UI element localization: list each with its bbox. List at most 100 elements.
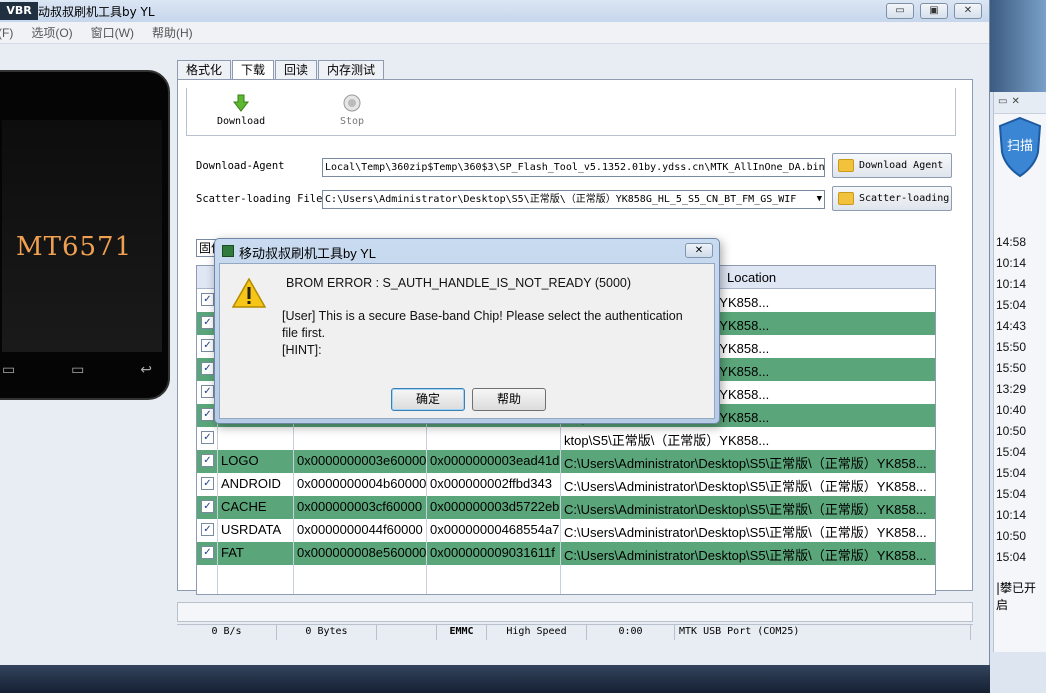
time-entry: 10:14 <box>996 508 1027 522</box>
status-empty <box>377 625 437 640</box>
table-row[interactable]: ✓ CACHE 0x000000003cf60000 0x000000003d5722… <box>197 496 935 519</box>
download-agent-button-label: Download Agent <box>859 160 944 171</box>
hint-message: [HINT]: <box>282 343 322 357</box>
status-port: MTK USB Port (COM25) <box>675 625 971 640</box>
side-panel-controls: ▭ ✕ <box>994 92 1046 114</box>
end-address-cell: 0x000000002ffbd343 <box>430 476 552 491</box>
status-bytes: 0 Bytes <box>277 625 377 640</box>
time-entry: 15:50 <box>996 361 1027 375</box>
app-logo: VBR <box>0 2 38 20</box>
menu-bar: 文件(F) 选项(O) 窗口(W) 帮助(H) <box>0 22 989 44</box>
download-tool[interactable]: Download <box>217 94 265 127</box>
phone-keys: ▭ ▭ ↩ <box>2 362 152 378</box>
tab-memory-test[interactable]: 内存测试 <box>318 60 385 79</box>
scatter-loading-button[interactable]: Scatter-loading <box>832 186 952 211</box>
status-time: 0:00 <box>587 625 675 640</box>
row-checkbox[interactable]: ✓ <box>201 454 214 467</box>
table-row[interactable]: ✓ ANDROID 0x0000000004b60000 0x000000002ffb… <box>197 473 935 496</box>
stop-tool[interactable]: Stop <box>340 94 364 127</box>
ok-button[interactable]: 确定 <box>391 388 465 411</box>
download-agent-path[interactable]: Local\Temp\360zip$Temp\360$3\SP_Flash_To… <box>322 158 825 177</box>
minimize-button[interactable]: ▭ <box>886 3 914 19</box>
row-checkbox[interactable]: ✓ <box>201 546 214 559</box>
row-checkbox[interactable]: ✓ <box>201 477 214 490</box>
error-message: BROM ERROR : S_AUTH_HANDLE_IS_NOT_READY … <box>286 276 632 290</box>
time-entry: 15:04 <box>996 466 1027 480</box>
warning-icon <box>232 278 266 308</box>
scan-label: 扫描 <box>1007 139 1033 154</box>
end-address-cell: 0x000000009031611f <box>430 545 555 560</box>
location-cell: ktop\S5\正常版\（正常版）YK858... <box>564 433 770 448</box>
user-message-line1: [User] This is a secure Base-band Chip! … <box>282 309 683 323</box>
row-checkbox[interactable]: ✓ <box>201 408 214 421</box>
side-minimize-icon[interactable]: ▭ <box>998 96 1007 109</box>
folder-icon <box>838 192 854 205</box>
time-entry: 14:43 <box>996 319 1027 333</box>
menu-options[interactable]: 选项(O) <box>31 24 72 41</box>
row-checkbox[interactable]: ✓ <box>201 523 214 536</box>
tab-readback[interactable]: 回读 <box>275 60 318 79</box>
menu-key-icon: ▭ <box>2 362 16 378</box>
begin-address-cell: 0x000000003cf60000 <box>297 499 423 514</box>
time-entry: 13:29 <box>996 382 1027 396</box>
row-checkbox[interactable]: ✓ <box>201 339 214 352</box>
status-bar: 0 B/s 0 Bytes EMMC High Speed 0:00 MTK U… <box>177 624 973 640</box>
window-title: 动叔叔刷机工具by YL <box>38 5 155 19</box>
time-entry: 10:14 <box>996 256 1027 270</box>
side-close-icon[interactable]: ✕ <box>1011 96 1019 109</box>
end-address-cell: 0x00000000468554a7 <box>430 522 560 537</box>
row-checkbox[interactable]: ✓ <box>201 385 214 398</box>
toolbar: Download Stop <box>186 88 956 136</box>
desktop-taskbar-strip <box>0 665 995 693</box>
end-address-cell: 0x000000003d5722eb <box>430 499 560 514</box>
restore-button[interactable]: ▣ <box>920 3 948 19</box>
tab-format[interactable]: 格式化 <box>177 60 232 79</box>
row-checkbox[interactable]: ✓ <box>201 362 214 375</box>
table-row[interactable]: ✓ LOGO 0x0000000003e60000 0x0000000003ead41… <box>197 450 935 473</box>
status-usb-speed: High Speed <box>487 625 587 640</box>
tab-download[interactable]: 下载 <box>232 60 275 80</box>
scan-shield-icon[interactable]: 扫描 <box>997 116 1044 178</box>
dialog-title: 移动叔叔刷机工具by YL <box>239 246 377 261</box>
time-entry: 15:50 <box>996 340 1027 354</box>
menu-file[interactable]: 文件(F) <box>0 24 13 41</box>
row-checkbox[interactable]: ✓ <box>201 431 214 444</box>
status-storage: EMMC <box>437 625 487 640</box>
row-checkbox[interactable]: ✓ <box>201 316 214 329</box>
scatter-loading-button-label: Scatter-loading <box>859 193 950 204</box>
time-entry: 14:58 <box>996 235 1027 249</box>
window-titlebar: VBR 动叔叔刷机工具by YL ▭ ▣ ✕ <box>0 0 989 22</box>
chevron-down-icon: ▼ <box>816 194 822 204</box>
location-cell: C:\Users\Administrator\Desktop\S5\正常版\（正… <box>564 502 927 517</box>
table-row[interactable]: ✓ USRDATA 0x0000000044f60000 0x000000004685… <box>197 519 935 542</box>
menu-help[interactable]: 帮助(H) <box>152 24 193 41</box>
row-checkbox[interactable]: ✓ <box>201 293 214 306</box>
table-row[interactable]: ✓ FAT 0x000000008e560000 0x000000009031611f… <box>197 542 935 565</box>
scatter-label: Scatter-loading File <box>196 193 323 205</box>
table-row[interactable]: ✓ ktop\S5\正常版\（正常版）YK858... <box>197 427 935 450</box>
help-button[interactable]: 帮助 <box>472 388 546 411</box>
scatter-path-select[interactable]: C:\Users\Administrator\Desktop\S5\正常版\（正… <box>322 190 825 209</box>
chip-label: MT6571 <box>16 232 133 262</box>
time-entry: 10:40 <box>996 403 1027 417</box>
menu-window[interactable]: 窗口(W) <box>91 24 134 41</box>
time-entry: 15:04 <box>996 445 1027 459</box>
side-time-list: 14:58 10:14 10:14 15:04 14:43 15:50 15:50 13:29… <box>994 232 1046 568</box>
column-location-header: Location <box>727 270 777 285</box>
begin-address-cell: 0x000000008e560000 <box>297 545 427 560</box>
close-button[interactable]: ✕ <box>954 3 982 19</box>
user-message-line2: file first. <box>282 326 326 340</box>
download-arrow-icon <box>233 94 250 112</box>
time-entry: 10:50 <box>996 529 1027 543</box>
error-dialog: 移动叔叔刷机工具by YL ✕ BROM ERROR : S_AUTH_HAND… <box>214 238 720 424</box>
progress-bar <box>177 602 973 622</box>
row-checkbox[interactable]: ✓ <box>201 500 214 513</box>
end-address-cell: 0x0000000003ead41d <box>430 453 560 468</box>
download-agent-button[interactable]: Download Agent <box>832 153 952 178</box>
dialog-close-button[interactable]: ✕ <box>685 243 713 258</box>
location-cell: C:\Users\Administrator\Desktop\S5\正常版\（正… <box>564 548 927 563</box>
download-agent-label: Download-Agent <box>196 160 285 172</box>
partition-name-cell: ANDROID <box>221 476 281 491</box>
side-panel-footer: |攀已开启 <box>996 581 1037 612</box>
partition-name-cell: CACHE <box>221 499 267 514</box>
